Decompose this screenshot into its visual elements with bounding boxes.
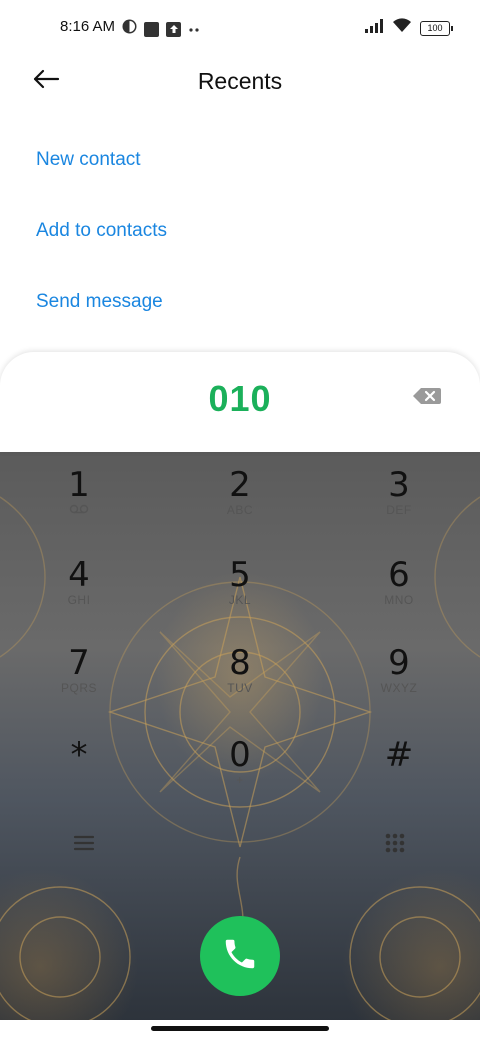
key-5[interactable]: 5 JKL: [180, 555, 300, 635]
key-letters: ABC: [226, 503, 254, 517]
call-button[interactable]: [200, 916, 280, 996]
key-3[interactable]: 3 DEF: [339, 465, 459, 545]
key-digit: 8: [229, 643, 251, 683]
key-letters: MNO: [384, 593, 414, 607]
key-0[interactable]: 0 +: [180, 735, 300, 815]
wifi-icon: [392, 18, 412, 38]
vpn-icon: [122, 19, 137, 39]
add-to-contacts-link[interactable]: Add to contacts: [36, 220, 167, 242]
key-digit: 9: [388, 643, 410, 683]
send-message-link[interactable]: Send message: [36, 291, 163, 313]
voicemail-icon: [19, 503, 139, 517]
key-hash[interactable]: #: [339, 735, 459, 815]
key-9[interactable]: 9 WXYZ: [339, 643, 459, 723]
page-title: Recents: [197, 68, 283, 94]
status-time: 8:16 AM: [60, 18, 116, 35]
key-8[interactable]: 8 TUV: [180, 643, 300, 723]
key-digit: 3: [388, 465, 410, 505]
key-2[interactable]: 2 ABC: [180, 465, 300, 545]
backspace-button[interactable]: [412, 386, 442, 406]
key-digit: 4: [68, 555, 90, 595]
menu-icon: [72, 835, 96, 858]
status-bar: 8:16 AM 100: [0, 0, 480, 56]
keypad-grid-icon: [384, 833, 406, 858]
new-contact-link[interactable]: New contact: [36, 149, 141, 171]
key-digit: 2: [229, 465, 251, 505]
header: Recents: [0, 56, 480, 106]
key-letters: PQRS: [60, 681, 97, 695]
key-6[interactable]: 6 MNO: [339, 555, 459, 635]
key-letters: WXYZ: [380, 681, 418, 695]
phone-icon: [221, 935, 259, 978]
key-digit: 0: [229, 735, 251, 775]
menu-button[interactable]: [72, 832, 96, 854]
key-digit: *: [70, 735, 88, 775]
square-notification-icon: [144, 21, 159, 37]
backspace-icon: [412, 388, 442, 410]
key-digit: 6: [388, 555, 410, 595]
key-letters: JKL: [228, 593, 252, 607]
home-indicator[interactable]: [151, 1026, 329, 1031]
battery-icon: 100: [420, 20, 453, 36]
key-letters: TUV: [227, 681, 253, 695]
key-digit: #: [384, 735, 414, 775]
key-digit: 5: [229, 555, 251, 595]
keypad-toggle-button[interactable]: [384, 832, 406, 854]
more-dots-icon: [188, 20, 200, 38]
signal-icon: [364, 18, 384, 38]
upload-icon: [166, 21, 181, 37]
key-letters: DEF: [386, 503, 412, 517]
key-star[interactable]: *: [19, 735, 139, 815]
key-letters: GHI: [67, 593, 91, 607]
dialed-number[interactable]: 010: [0, 378, 480, 420]
key-4[interactable]: 4 GHI: [19, 555, 139, 635]
key-digit: 1: [68, 465, 90, 505]
key-1[interactable]: 1: [19, 465, 139, 545]
key-7[interactable]: 7 PQRS: [19, 643, 139, 723]
key-letters: +: [236, 773, 244, 787]
key-digit: 7: [68, 643, 90, 683]
